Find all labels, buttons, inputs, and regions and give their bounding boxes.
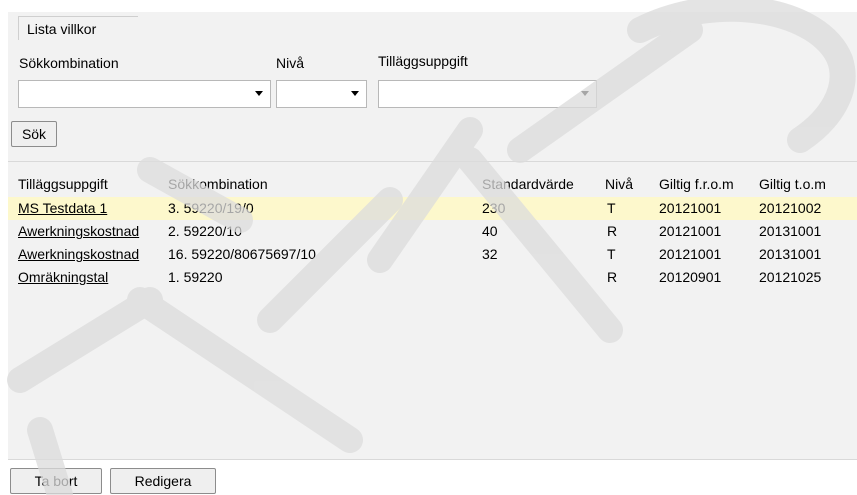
supplement-label: Tilläggsuppgift — [378, 53, 468, 69]
combination-cell: 16. 59220/80675697/10 — [168, 246, 316, 262]
conditions-panel: Lista villkor Sökkombination Nivå Tilläg… — [8, 12, 857, 460]
edit-button[interactable]: Redigera — [110, 468, 216, 494]
table-row[interactable]: Omräkningstal 1. 59220 R 20120901 201210… — [8, 266, 857, 289]
table-row[interactable]: Awerkningskostnad 2. 59220/10 40 R 20121… — [8, 220, 857, 243]
combination-cell: 1. 59220 — [168, 269, 223, 285]
search-combination-label: Sökkombination — [19, 55, 119, 71]
level-cell: R — [607, 269, 618, 285]
level-cell: T — [607, 246, 616, 262]
level-cell: R — [607, 223, 618, 239]
level-label: Nivå — [276, 55, 305, 71]
valid-from-cell: 20121001 — [659, 223, 722, 239]
supplement-link[interactable]: MS Testdata 1 — [18, 200, 107, 216]
supplement-select[interactable] — [378, 80, 597, 108]
fieldset-legend: Lista villkor — [18, 16, 138, 40]
standard-cell: 32 — [482, 246, 498, 262]
combination-cell: 3. 59220/19/0 — [168, 200, 254, 216]
column-header-valid-from: Giltig f.r.o.m — [659, 176, 734, 192]
table-row[interactable]: Awerkningskostnad 16. 59220/80675697/10 … — [8, 243, 857, 266]
column-header-valid-to: Giltig t.o.m — [759, 176, 826, 192]
delete-button[interactable]: Ta bort — [10, 468, 102, 494]
column-header-combination: Sökkombination — [168, 176, 268, 192]
level-select[interactable] — [276, 80, 367, 108]
supplement-link[interactable]: Omräkningstal — [18, 269, 108, 285]
supplement-link[interactable]: Awerkningskostnad — [18, 246, 139, 262]
valid-to-cell: 20131001 — [759, 223, 822, 239]
valid-from-cell: 20121001 — [659, 200, 722, 216]
column-header-standard: Standardvärde — [482, 176, 574, 192]
column-header-supplement: Tilläggsuppgift — [18, 176, 108, 192]
standard-cell: 40 — [482, 223, 498, 239]
supplement-link[interactable]: Awerkningskostnad — [18, 223, 139, 239]
valid-from-cell: 20120901 — [659, 269, 722, 285]
fieldset-legend-label: Lista villkor — [27, 21, 97, 37]
table-row[interactable]: MS Testdata 1 3. 59220/19/0 230 T 201210… — [8, 197, 857, 220]
search-button[interactable]: Sök — [11, 121, 57, 147]
valid-from-cell: 20121001 — [659, 246, 722, 262]
valid-to-cell: 20121002 — [759, 200, 822, 216]
column-header-level: Nivå — [605, 176, 634, 192]
table-header: Tilläggsuppgift Sökkombination Standardv… — [8, 173, 857, 197]
level-cell: T — [607, 200, 616, 216]
chevron-down-icon — [351, 91, 359, 96]
divider — [8, 161, 857, 162]
search-combination-select[interactable] — [18, 80, 271, 108]
combination-cell: 2. 59220/10 — [168, 223, 242, 239]
valid-to-cell: 20131001 — [759, 246, 822, 262]
divider — [8, 459, 857, 460]
standard-cell: 230 — [482, 200, 506, 216]
valid-to-cell: 20121025 — [759, 269, 822, 285]
chevron-down-icon — [581, 91, 589, 96]
chevron-down-icon — [255, 91, 263, 96]
